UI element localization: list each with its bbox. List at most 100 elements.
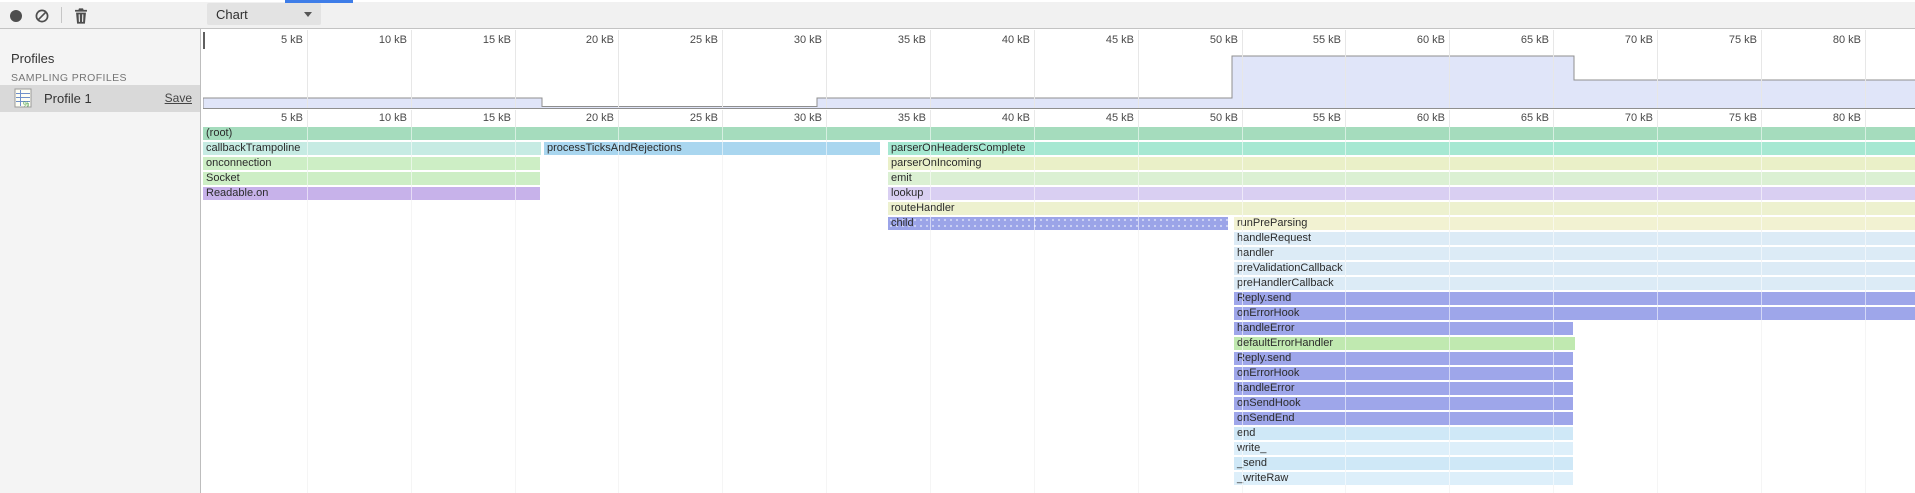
ruler-tick-label: 50 kB: [1210, 34, 1238, 46]
ruler-tick-label: 80 kB: [1833, 34, 1861, 46]
gridline: [618, 30, 619, 108]
ruler-tick-label: 55 kB: [1313, 112, 1341, 124]
ruler-tick-label: 75 kB: [1729, 112, 1757, 124]
ruler-tick-label: 35 kB: [898, 112, 926, 124]
gridline: [826, 30, 827, 108]
gridline: [1345, 30, 1346, 108]
flame-bar-prevalidationcallback[interactable]: preValidationCallback: [1234, 262, 1915, 275]
ruler-tick-label: 25 kB: [690, 34, 718, 46]
block-icon: [33, 7, 51, 25]
flame-bar-onsendend[interactable]: onSendEnd: [1234, 412, 1573, 425]
sidebar-item-profile-1[interactable]: % Profile 1 Save: [0, 85, 200, 112]
flame-bar-end[interactable]: end: [1234, 427, 1573, 440]
gridline: [1242, 30, 1243, 108]
flame-bar-processticksandrejections[interactable]: processTicksAndRejections: [544, 142, 880, 155]
record-icon: [10, 10, 22, 22]
ruler-tick-label: 60 kB: [1417, 112, 1445, 124]
gridline: [411, 30, 412, 108]
ruler-tick-label: 30 kB: [794, 112, 822, 124]
ruler-tick-label: 40 kB: [1002, 34, 1030, 46]
sidebar: Profiles SAMPLING PROFILES % Profile 1 S…: [0, 29, 200, 493]
flame-bar-parseronheaderscomplete[interactable]: parserOnHeadersComplete: [888, 142, 1915, 155]
ruler-tick-label: 20 kB: [586, 112, 614, 124]
flame-bar-parseronincoming[interactable]: parserOnIncoming: [888, 157, 1915, 170]
sidebar-title: Profiles: [11, 51, 54, 66]
flame-bar-child[interactable]: child: [888, 217, 1228, 230]
ruler-tick-label: 25 kB: [690, 112, 718, 124]
ruler-tick-label: 40 kB: [1002, 112, 1030, 124]
save-profile-link[interactable]: Save: [165, 91, 192, 105]
ruler-tick-label: 75 kB: [1729, 34, 1757, 46]
chevron-down-icon: [304, 12, 312, 17]
profile-document-icon: %: [14, 88, 33, 109]
gridline: [307, 30, 308, 108]
ruler-tick-label: 10 kB: [379, 112, 407, 124]
overview-timeline[interactable]: 5 kB10 kB15 kB20 kB25 kB30 kB35 kB40 kB4…: [203, 30, 1915, 110]
flame-bar-onsendhook[interactable]: onSendHook: [1234, 397, 1573, 410]
flame-bar-onerrorhook[interactable]: onErrorHook: [1234, 307, 1915, 320]
ruler-tick-label: 20 kB: [586, 34, 614, 46]
overview-left-handle[interactable]: [203, 32, 205, 49]
ruler-tick-label: 15 kB: [483, 34, 511, 46]
flame-bar-prehandlercallback[interactable]: preHandlerCallback: [1234, 277, 1915, 290]
view-mode-select[interactable]: Chart: [207, 3, 321, 25]
ruler-tick-label: 60 kB: [1417, 34, 1445, 46]
gridline: [1553, 30, 1554, 108]
flame-bar-handlerequest[interactable]: handleRequest: [1234, 232, 1915, 245]
flame-bar-reply-send[interactable]: Reply.send: [1234, 292, 1915, 305]
gridline: [1449, 30, 1450, 108]
gridline: [930, 30, 931, 108]
overview-area-chart: [203, 30, 1915, 110]
view-mode-value: Chart: [216, 7, 248, 22]
ruler-tick-label: 15 kB: [483, 112, 511, 124]
toolbar: Chart: [0, 0, 1915, 29]
flame-bar-routehandler[interactable]: routeHandler: [888, 202, 1915, 215]
flame-bar-handler[interactable]: handler: [1234, 247, 1915, 260]
ruler-tick-label: 45 kB: [1106, 112, 1134, 124]
gridline: [515, 30, 516, 108]
profile-name: Profile 1: [44, 91, 92, 106]
record-button[interactable]: [7, 7, 25, 25]
flame-chart: (root) callbackTrampolineprocessTicksAndR…: [203, 127, 1915, 493]
ruler-tick-label: 10 kB: [379, 34, 407, 46]
flame-bar-lookup[interactable]: lookup: [888, 187, 1915, 200]
gridline: [1138, 30, 1139, 108]
flame-bar--send[interactable]: _send: [1234, 457, 1573, 470]
toolbar-separator: [61, 7, 62, 23]
ruler-tick-label: 50 kB: [1210, 112, 1238, 124]
flame-bar-defaulterrorhandler[interactable]: defaultErrorHandler: [1234, 337, 1575, 350]
flame-bar-handleerror[interactable]: handleError: [1234, 382, 1573, 395]
ruler-tick-label: 5 kB: [281, 34, 303, 46]
flame-bar-runpreparsing[interactable]: runPreParsing: [1234, 217, 1915, 230]
trash-icon: [72, 7, 90, 25]
ruler-tick-label: 65 kB: [1521, 34, 1549, 46]
gridline: [1761, 30, 1762, 108]
flame-bar-handleerror[interactable]: handleError: [1234, 322, 1573, 335]
ruler-tick-label: 55 kB: [1313, 34, 1341, 46]
flame-bar-reply-send[interactable]: Reply.send: [1234, 352, 1573, 365]
ruler-tick-label: 80 kB: [1833, 112, 1861, 124]
clear-button[interactable]: [33, 7, 51, 25]
flame-bar-readable-on[interactable]: Readable.on: [203, 187, 540, 200]
flame-bar-write-[interactable]: write_: [1234, 442, 1573, 455]
ruler-tick-label: 70 kB: [1625, 112, 1653, 124]
flame-bar-socket[interactable]: Socket: [203, 172, 540, 185]
ruler-tick-label: 45 kB: [1106, 34, 1134, 46]
gridline: [722, 30, 723, 108]
ruler-tick-label: 70 kB: [1625, 34, 1653, 46]
gridline: [1865, 30, 1866, 108]
delete-profile-button[interactable]: [72, 7, 90, 25]
flame-bar-callbacktrampoline[interactable]: callbackTrampoline: [203, 142, 541, 155]
flame-bar--writeraw[interactable]: _writeRaw: [1234, 472, 1573, 485]
svg-text:%: %: [23, 102, 29, 109]
flame-bar-emit[interactable]: emit: [888, 172, 1915, 185]
flame-bar--root-[interactable]: (root): [203, 127, 1915, 140]
flame-bar-onerrorhook[interactable]: onErrorHook: [1234, 367, 1573, 380]
ruler-tick-label: 65 kB: [1521, 112, 1549, 124]
flame-bar-onconnection[interactable]: onconnection: [203, 157, 540, 170]
sidebar-section-header: SAMPLING PROFILES: [11, 72, 127, 84]
gridline: [1034, 30, 1035, 108]
gridline: [1657, 30, 1658, 108]
flame-chart-ruler: 5 kB10 kB15 kB20 kB25 kB30 kB35 kB40 kB4…: [203, 110, 1915, 127]
heap-profiler-panel: Chart Profiles SAMPLING PROFILES % Profi…: [0, 0, 1915, 493]
